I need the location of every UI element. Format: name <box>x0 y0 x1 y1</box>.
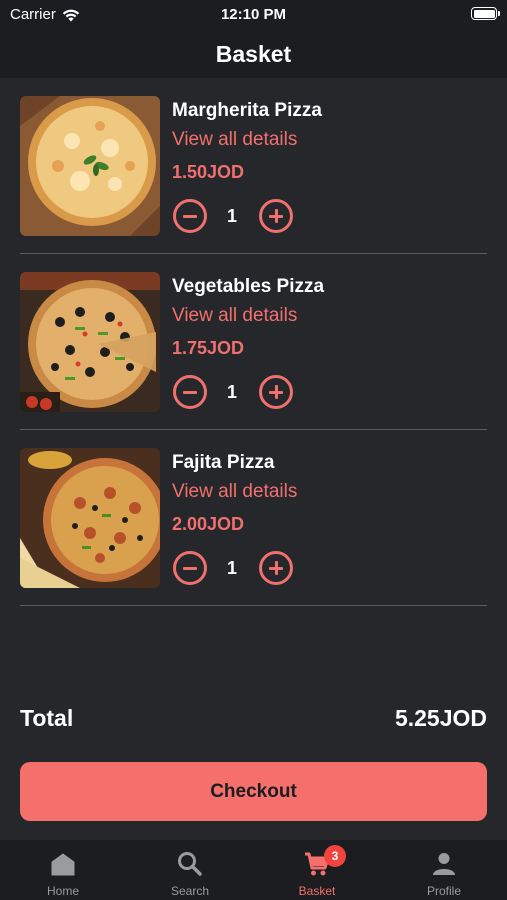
quantity-value: 1 <box>226 382 237 402</box>
view-details-link[interactable]: View all details <box>172 481 297 503</box>
page-title: Basket <box>0 30 507 78</box>
minus-button[interactable] <box>173 199 207 233</box>
tab-basket[interactable]: 3 Basket <box>254 840 380 900</box>
basket-item: Vegetables Pizza View all details 1.75JO… <box>20 254 487 430</box>
item-price: 2.00JOD <box>172 514 245 534</box>
basket-item: Fajita Pizza View all details 2.00JOD 1 <box>20 430 487 606</box>
item-name: Vegetables Pizza <box>172 276 325 297</box>
vegetables-pizza-image[interactable] <box>20 272 160 412</box>
tab-label: Basket <box>298 884 336 898</box>
checkout-button[interactable]: Checkout <box>20 762 487 821</box>
minus-icon <box>183 215 197 218</box>
item-price: 1.50JOD <box>172 162 245 182</box>
quantity-value: 1 <box>226 558 237 578</box>
cart-count-badge: 3 <box>324 845 346 867</box>
tab-profile[interactable]: Profile <box>381 840 507 900</box>
margherita-pizza-image[interactable] <box>20 96 160 236</box>
quantity-value: 1 <box>226 206 237 226</box>
quantity-stepper: 1 <box>173 199 293 235</box>
total-value: 5.25JOD <box>394 705 487 731</box>
tab-bar: Home Search 3 Basket Profile <box>0 840 507 900</box>
tab-label: Profile <box>426 884 461 898</box>
fajita-pizza-image[interactable] <box>20 448 160 588</box>
item-name: Margherita Pizza <box>172 100 322 121</box>
plus-button[interactable] <box>259 375 293 409</box>
plus-button[interactable] <box>259 551 293 585</box>
quantity-stepper: 1 <box>173 375 293 411</box>
view-details-link[interactable]: View all details <box>172 129 297 151</box>
home-icon <box>51 853 75 876</box>
total-label: Total <box>20 705 74 731</box>
minus-icon <box>183 391 197 394</box>
view-details-link[interactable]: View all details <box>172 305 297 327</box>
minus-button[interactable] <box>173 551 207 585</box>
person-icon <box>433 853 455 875</box>
search-icon <box>178 852 202 876</box>
tab-label: Search <box>170 884 210 898</box>
plus-button[interactable] <box>259 199 293 233</box>
status-time: 12:10 PM <box>220 6 287 23</box>
total-row: Total 5.25JOD <box>20 703 487 737</box>
quantity-stepper: 1 <box>173 551 293 587</box>
status-bar: Carrier 12:10 PM <box>0 0 507 30</box>
tab-search[interactable]: Search <box>127 840 253 900</box>
item-price: 1.75JOD <box>172 338 245 358</box>
battery-icon <box>471 7 500 20</box>
basket-item: Margherita Pizza View all details 1.50JO… <box>20 78 487 254</box>
tab-label: Home <box>46 884 79 898</box>
minus-icon <box>183 567 197 570</box>
item-name: Fajita Pizza <box>172 452 275 473</box>
tab-home[interactable]: Home <box>0 840 126 900</box>
minus-button[interactable] <box>173 375 207 409</box>
